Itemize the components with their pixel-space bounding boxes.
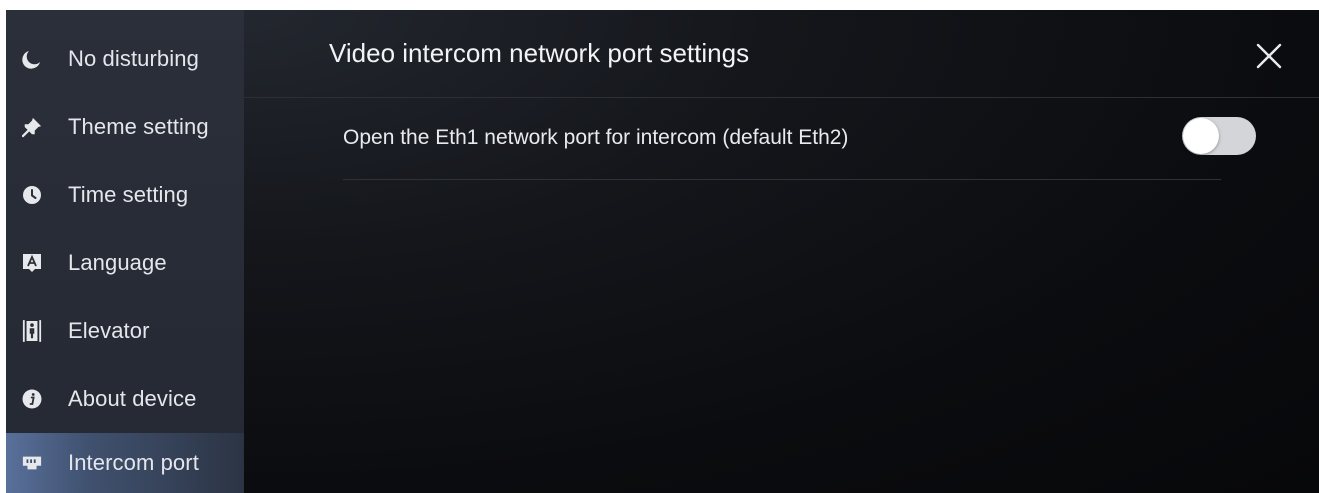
close-button[interactable] xyxy=(1255,42,1283,70)
settings-sidebar: No disturbing Theme setting Time setting xyxy=(6,10,244,493)
close-icon xyxy=(1256,43,1282,69)
elevator-icon xyxy=(22,320,42,342)
sidebar-item-label: No disturbing xyxy=(68,46,199,71)
sidebar-item-label: Theme setting xyxy=(68,114,209,139)
clock-icon xyxy=(22,185,42,205)
sidebar-item-time-setting[interactable]: Time setting xyxy=(6,161,244,229)
sidebar-item-label: Elevator xyxy=(68,318,150,343)
setting-label: Open the Eth1 network port for intercom … xyxy=(343,126,849,149)
sidebar-item-label: Language xyxy=(68,250,167,275)
sidebar-item-theme-setting[interactable]: Theme setting xyxy=(6,93,244,161)
sidebar-item-no-disturbing[interactable]: No disturbing xyxy=(6,25,244,93)
setting-row-eth1-intercom: Open the Eth1 network port for intercom … xyxy=(343,98,1319,179)
sidebar-item-language[interactable]: Language xyxy=(6,229,244,297)
sidebar-item-label: Intercom port xyxy=(68,450,199,475)
sidebar-item-elevator[interactable]: Elevator xyxy=(6,297,244,365)
toggle-knob xyxy=(1183,118,1219,154)
network-port-icon xyxy=(22,453,42,473)
app-frame: No disturbing Theme setting Time setting xyxy=(6,10,1319,493)
language-icon xyxy=(22,253,42,273)
sidebar-item-label: About device xyxy=(68,386,197,411)
push-pin-icon xyxy=(22,117,42,138)
sidebar-item-label: Time setting xyxy=(68,182,189,207)
settings-panel: Video intercom network port settings Ope… xyxy=(244,10,1319,493)
row-divider xyxy=(343,179,1221,180)
eth1-intercom-toggle[interactable] xyxy=(1182,117,1256,155)
sidebar-item-about-device[interactable]: About device xyxy=(6,365,244,433)
sidebar-item-intercom-port[interactable]: Intercom port xyxy=(6,433,244,493)
page-title: Video intercom network port settings xyxy=(329,38,750,68)
info-icon xyxy=(22,389,42,409)
moon-icon xyxy=(22,49,42,69)
